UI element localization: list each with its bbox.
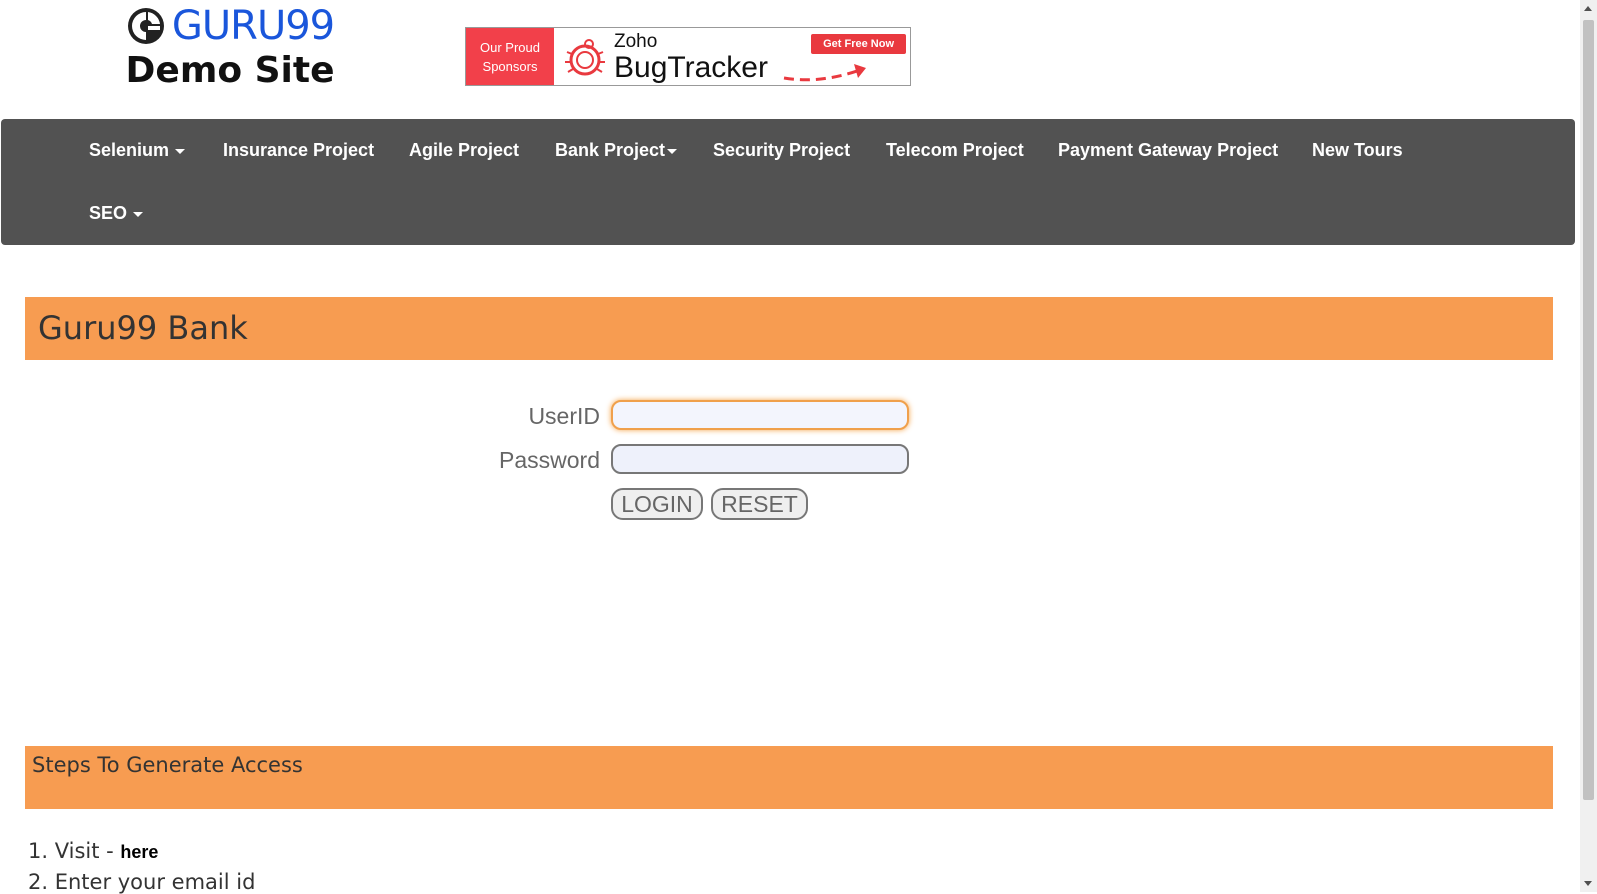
arrow-icon	[783, 64, 866, 82]
password-input[interactable]	[611, 444, 909, 474]
nav-item-new-tours[interactable]: New Tours	[1312, 139, 1403, 161]
bank-header: Guru99 Bank	[25, 297, 1553, 360]
nav-item-telecom-project[interactable]: Telecom Project	[886, 139, 1024, 161]
step-item: 1. Visit - here	[28, 839, 158, 863]
sponsor-label: Our Proud Sponsors	[466, 28, 554, 85]
nav-item-bank-project[interactable]: Bank Project	[555, 139, 678, 161]
caret-down-icon	[133, 211, 144, 217]
nav-item-insurance-project[interactable]: Insurance Project	[223, 139, 374, 161]
caret-down-icon	[667, 148, 678, 154]
guru99-logo-icon	[127, 8, 164, 44]
steps-title: Steps To Generate Access	[32, 753, 303, 777]
nav-item-label: SEO	[89, 203, 128, 223]
userid-label: UserID	[528, 403, 600, 429]
nav-item-seo[interactable]: SEO	[89, 202, 144, 224]
step-text: 1. Visit -	[28, 839, 121, 863]
caret-down-icon	[175, 148, 186, 154]
page-title: Guru99 Bank	[38, 309, 248, 347]
sponsor-cta-button[interactable]: Get Free Now	[811, 34, 906, 54]
sponsor-label-line2: Sponsors	[482, 58, 538, 74]
sponsor-brand-large: BugTracker	[614, 50, 768, 84]
scroll-up-icon[interactable]	[1584, 6, 1592, 11]
nav-item-security-project[interactable]: Security Project	[713, 139, 850, 161]
reset-button[interactable]: RESET	[711, 488, 808, 520]
site-logo[interactable]: GURU99 Demo Site	[120, 4, 340, 91]
sponsor-banner[interactable]: Our Proud Sponsors Zoho BugTracker Get F…	[465, 27, 911, 86]
sponsor-brand: Zoho BugTracker	[614, 28, 768, 85]
sponsor-brand-small: Zoho	[614, 30, 658, 52]
here-link[interactable]: here	[120, 842, 158, 862]
main-navbar: Selenium Insurance Project Agile Project…	[1, 119, 1575, 245]
sponsor-label-line1: Our Proud	[480, 39, 540, 55]
password-label: Password	[499, 447, 600, 473]
step-text: 2. Enter your email id	[28, 870, 256, 894]
logo-text: GURU99	[171, 3, 335, 49]
scroll-down-icon[interactable]	[1584, 881, 1592, 886]
nav-item-agile-project[interactable]: Agile Project	[409, 139, 519, 161]
userid-input[interactable]	[611, 400, 909, 430]
nav-item-selenium[interactable]: Selenium	[89, 139, 186, 161]
login-button[interactable]: LOGIN	[611, 488, 703, 520]
steps-header: Steps To Generate Access	[25, 746, 1553, 809]
step-item: 2. Enter your email id	[28, 870, 255, 894]
nav-item-payment-gateway-project[interactable]: Payment Gateway Project	[1058, 139, 1278, 161]
vertical-scrollbar[interactable]	[1580, 0, 1597, 892]
bug-icon	[554, 28, 614, 85]
nav-item-label: Bank Project	[555, 140, 666, 160]
scrollbar-thumb[interactable]	[1583, 20, 1594, 800]
nav-item-label: Selenium	[89, 140, 170, 160]
logo-subtitle: Demo Site	[125, 50, 335, 91]
